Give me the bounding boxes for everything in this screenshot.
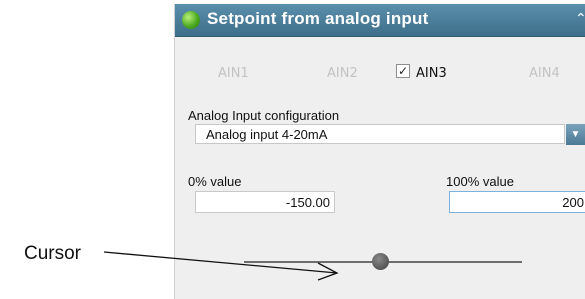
annotation-arrow-icon bbox=[103, 251, 339, 281]
screenshot-stage: Setpoint from analog input ⌃ AIN1 AIN2 ✓… bbox=[0, 0, 585, 299]
